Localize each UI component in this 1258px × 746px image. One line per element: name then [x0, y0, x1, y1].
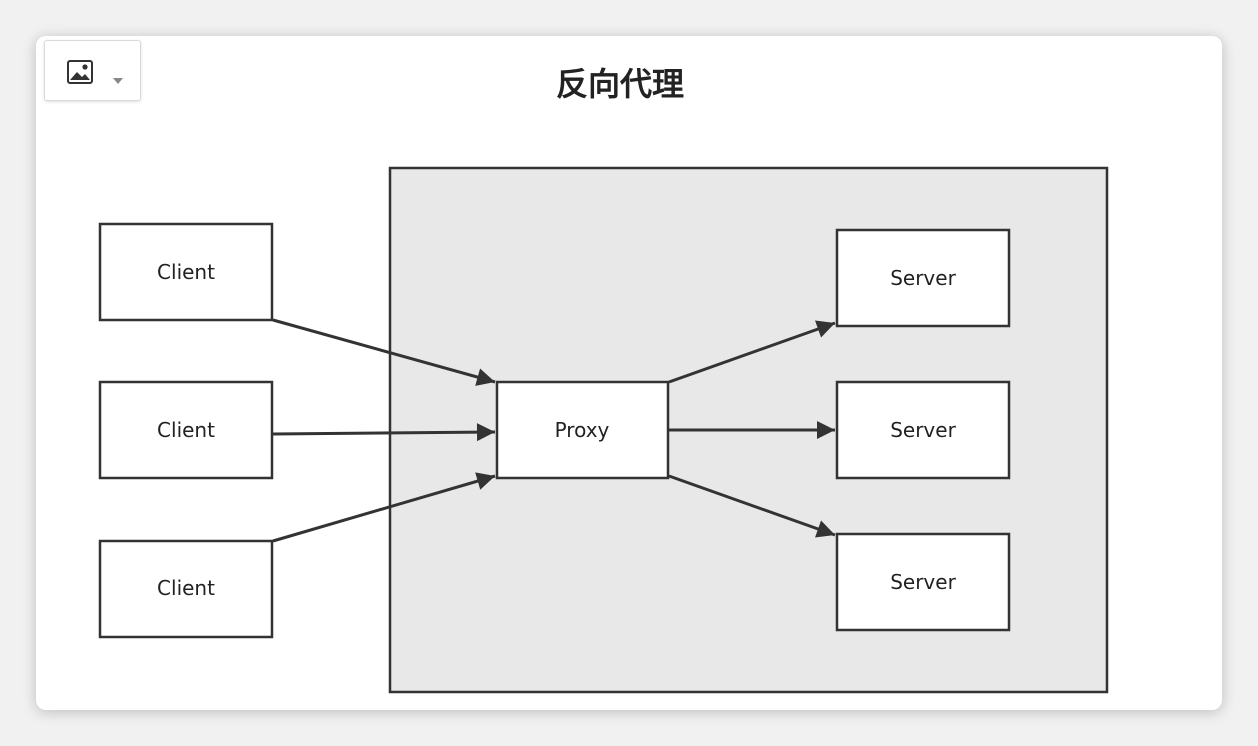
arrow-client-to-proxy — [272, 423, 496, 442]
caret-down-icon — [113, 69, 123, 84]
server-node: Server — [835, 380, 1011, 480]
client-node: Client — [98, 539, 274, 639]
client-node: Client — [98, 222, 274, 322]
server-label: Server — [890, 418, 956, 442]
reverse-proxy-diagram: 反向代理 Client Client Client Proxy Server S… — [98, 65, 1109, 694]
proxy-label: Proxy — [555, 418, 610, 442]
proxy-node: Proxy — [495, 380, 670, 480]
image-options-button[interactable] — [44, 40, 141, 101]
client-label: Client — [157, 260, 215, 284]
server-label: Server — [890, 570, 956, 594]
client-label: Client — [157, 576, 215, 600]
server-label: Server — [890, 266, 956, 290]
image-icon — [67, 60, 93, 84]
client-node: Client — [98, 380, 274, 480]
image-card: 反向代理 Client Client Client Proxy Server S… — [36, 36, 1222, 710]
client-label: Client — [157, 418, 215, 442]
diagram-title: 反向代理 — [556, 65, 684, 103]
server-node: Server — [835, 228, 1011, 328]
server-node: Server — [835, 532, 1011, 632]
